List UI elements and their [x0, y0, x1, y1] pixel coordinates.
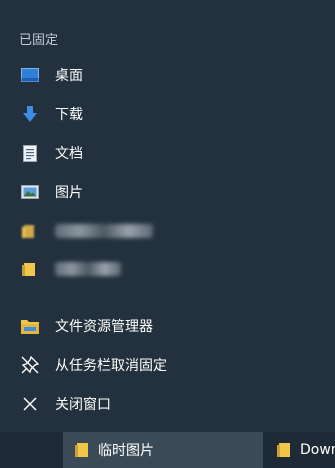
- jump-list-menu: 已固定 桌面 下载 文档 图片 文件资源管理器 从任务栏取消固定 关闭窗口: [0, 0, 335, 432]
- taskbar-item-downloads[interactable]: Downl: [265, 432, 335, 468]
- pinned-item-label: 桌面: [55, 68, 83, 84]
- desktop-icon: [21, 66, 39, 84]
- folder-icon: [277, 442, 291, 458]
- action-label: 文件资源管理器: [55, 319, 153, 335]
- folder-icon: [75, 442, 89, 458]
- pinned-item-downloads[interactable]: 下载: [0, 96, 335, 132]
- download-icon: [21, 105, 39, 123]
- folder-icon: [21, 222, 39, 240]
- unpin-icon: [21, 356, 39, 374]
- pinned-item-desktop[interactable]: 桌面: [0, 57, 335, 93]
- pinned-item-folder-blurred[interactable]: [0, 213, 335, 249]
- pictures-icon: [21, 183, 39, 201]
- pinned-item-label: 下载: [55, 107, 83, 123]
- taskbar-item-label: Downl: [300, 442, 335, 458]
- action-close-window[interactable]: 关闭窗口: [0, 386, 335, 422]
- pinned-item-pictures[interactable]: 图片: [0, 174, 335, 210]
- action-file-explorer[interactable]: 文件资源管理器: [0, 308, 335, 344]
- pinned-item-label: 文档: [55, 146, 83, 162]
- file-explorer-icon: [21, 317, 39, 335]
- pinned-item-label: 图片: [55, 185, 83, 201]
- redacted-folder-name: [55, 224, 153, 238]
- divider: [0, 298, 335, 299]
- redacted-folder-name: [55, 262, 121, 276]
- action-label: 关闭窗口: [55, 397, 111, 413]
- action-label: 从任务栏取消固定: [55, 358, 167, 374]
- action-unpin-from-taskbar[interactable]: 从任务栏取消固定: [0, 347, 335, 383]
- taskbar: 临时图片 Downl: [0, 432, 335, 468]
- folder-icon: [21, 260, 39, 278]
- taskbar-item-label: 临时图片: [98, 443, 154, 459]
- close-icon: [21, 395, 39, 413]
- pinned-item-folder-blurred[interactable]: [0, 251, 335, 287]
- document-icon: [21, 144, 39, 162]
- pinned-section-title: 已固定: [19, 33, 59, 48]
- taskbar-item-temp-pictures[interactable]: 临时图片: [63, 432, 263, 468]
- pinned-item-documents[interactable]: 文档: [0, 135, 335, 171]
